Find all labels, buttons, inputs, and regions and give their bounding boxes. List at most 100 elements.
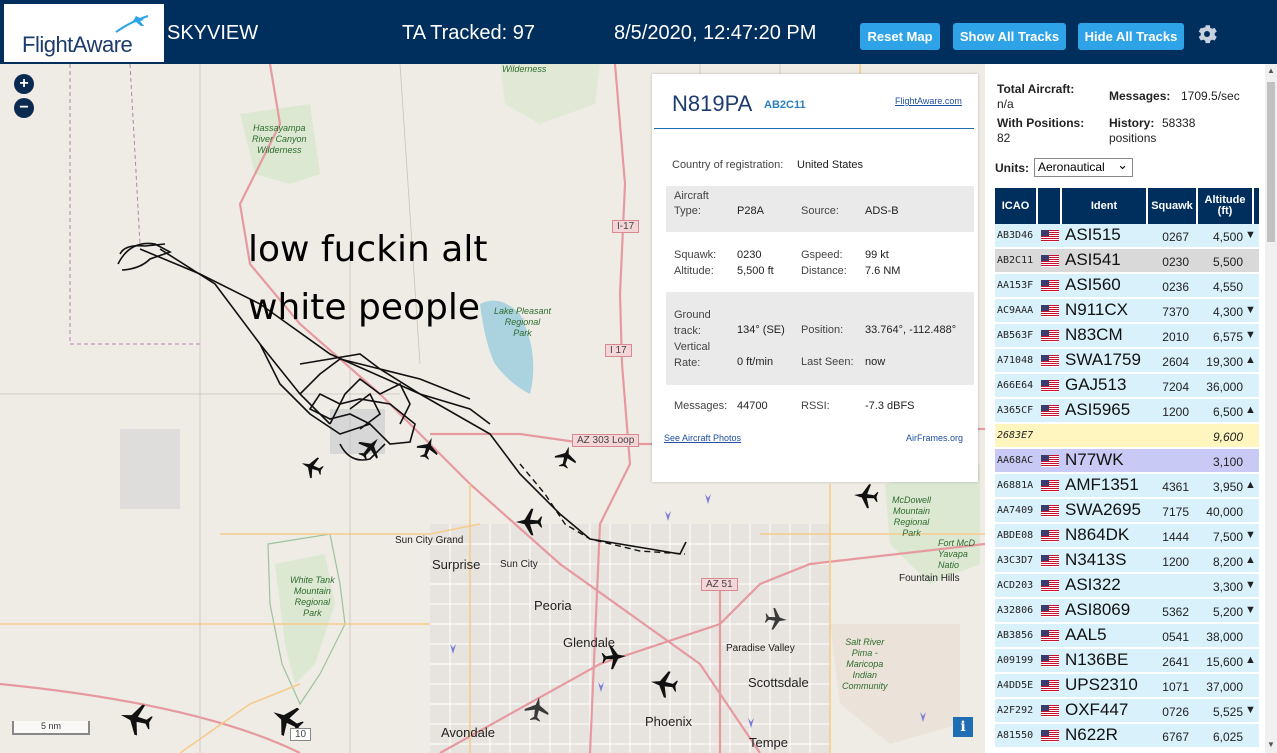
- table-row[interactable]: A66E64 GAJ513 7204 36,000: [995, 374, 1259, 398]
- ground-track-label: Ground track:: [674, 309, 711, 337]
- row-squawk: 5362: [1162, 605, 1189, 619]
- row-ident: N864DK: [1065, 525, 1130, 544]
- row-icao: ACD203: [997, 580, 1034, 591]
- row-altitude-trend: ▼: [1245, 604, 1256, 616]
- row-ident: SWA2695: [1065, 500, 1141, 519]
- table-row[interactable]: A365CF ASI5965 1200 6,500 ▲: [995, 399, 1259, 423]
- table-row[interactable]: A6881A AMF1351 4361 3,950 ▲: [995, 474, 1259, 498]
- table-row[interactable]: A32806 ASI8069 5362 5,200 ▼: [995, 599, 1259, 623]
- table-row[interactable]: A09199 N136BE 2641 15,600 ▲: [995, 649, 1259, 673]
- row-ident: N622R: [1065, 725, 1118, 744]
- us-flag-icon: [1041, 605, 1059, 617]
- row-altitude: 6,025: [1212, 730, 1243, 744]
- row-squawk: 1071: [1162, 680, 1189, 694]
- ground-track-value: 134° (SE): [737, 324, 785, 336]
- table-row[interactable]: A71048 SWA1759 2604 19,300 ▲: [995, 349, 1259, 373]
- total-aircraft-label: Total Aircraft:: [997, 82, 1075, 96]
- app-title: SKYVIEW: [167, 22, 259, 44]
- panel-scrollbar-thumb[interactable]: [1267, 82, 1275, 242]
- row-icao: A71048: [997, 355, 1034, 366]
- messages-rate-label: Messages:: [1109, 89, 1171, 103]
- row-ident: OXF447: [1065, 700, 1129, 719]
- scroll-up-arrow[interactable]: ▲: [1266, 66, 1276, 78]
- us-flag-icon: [1041, 455, 1059, 467]
- table-row[interactable]: AA68AC N77WK 3,100: [995, 449, 1259, 473]
- table-row[interactable]: AC9AAA N911CX 7370 4,300 ▼: [995, 299, 1259, 323]
- history-unit: positions: [1109, 131, 1157, 145]
- scroll-down-arrow[interactable]: ▼: [1266, 740, 1276, 752]
- airframes-link[interactable]: AirFrames.org: [906, 433, 963, 443]
- flightaware-logo[interactable]: FlightAware: [4, 4, 164, 62]
- total-aircraft-value: n/a: [997, 97, 1014, 111]
- place-label: Paradise Valley: [726, 643, 795, 654]
- row-icao: A2F292: [997, 705, 1034, 716]
- row-icao: A09199: [997, 655, 1034, 666]
- table-row[interactable]: ABDE08 N864DK 1444 7,500 ▼: [995, 524, 1259, 548]
- row-ident: AAL5: [1065, 625, 1107, 644]
- table-row[interactable]: AB2C11 ASI541 0230 5,500: [995, 249, 1259, 273]
- row-ident: N911CX: [1065, 300, 1128, 319]
- row-ident: N77WK: [1065, 450, 1124, 469]
- row-icao: A32806: [997, 605, 1034, 616]
- col-altitude[interactable]: Altitude (ft): [1198, 188, 1254, 224]
- row-squawk: 0541: [1162, 630, 1189, 644]
- table-row[interactable]: A2F292 OXF447 0726 5,525 ▼: [995, 699, 1259, 723]
- park-label: White Tank Mountain Regional Park: [290, 575, 335, 618]
- table-row[interactable]: AB563F N83CM 2010 6,575 ▼: [995, 324, 1259, 348]
- reset-map-button[interactable]: Reset Map: [860, 23, 940, 50]
- zoom-out-button[interactable]: −: [14, 98, 34, 118]
- selected-ident: N819PA: [672, 91, 753, 116]
- units-select[interactable]: Aeronautical: [1034, 156, 1133, 177]
- table-row[interactable]: AB3856 AAL5 0541 38,000: [995, 624, 1259, 648]
- gear-icon[interactable]: [1195, 22, 1219, 46]
- city-label: Glendale: [563, 635, 616, 650]
- col-squawk[interactable]: Squawk: [1148, 188, 1198, 224]
- col-flag[interactable]: [1038, 188, 1062, 224]
- table-row[interactable]: A81550 N622R 6767 6,025: [995, 724, 1259, 748]
- row-altitude: 5,525: [1212, 705, 1243, 719]
- zoom-in-button[interactable]: +: [14, 74, 34, 94]
- row-ident: GAJ513: [1065, 375, 1127, 394]
- map-info-button[interactable]: i: [953, 717, 973, 737]
- row-icao: A365CF: [997, 405, 1034, 416]
- table-row[interactable]: 2683E7 9,600: [995, 424, 1259, 448]
- aircraft-photos-link[interactable]: See Aircraft Photos: [664, 433, 741, 443]
- us-flag-icon: [1041, 230, 1059, 242]
- flightaware-link[interactable]: FlightAware.com: [895, 96, 962, 106]
- row-squawk: 0230: [1162, 255, 1189, 269]
- table-row[interactable]: AB3D46 ASI515 0267 4,500 ▼: [995, 224, 1259, 248]
- row-altitude: 3,100: [1212, 455, 1243, 469]
- city-label: Avondale: [441, 725, 495, 740]
- col-ident[interactable]: Ident: [1062, 188, 1148, 224]
- row-ident: AMF1351: [1065, 475, 1139, 494]
- table-row[interactable]: A3C3D7 N3413S 1200 8,200 ▲: [995, 549, 1259, 573]
- park-label: Hassayampa River Canyon Wilderness: [252, 123, 307, 155]
- table-row[interactable]: A4DD5E UPS2310 1071 37,000: [995, 674, 1259, 698]
- show-all-tracks-button[interactable]: Show All Tracks: [953, 23, 1066, 50]
- distance-value: 7.6 NM: [865, 265, 901, 277]
- row-altitude-trend: ▲: [1245, 479, 1256, 491]
- hide-all-tracks-button[interactable]: Hide All Tracks: [1078, 23, 1184, 50]
- aircraft-icon: [298, 453, 326, 481]
- row-squawk: 7370: [1162, 305, 1189, 319]
- table-row[interactable]: ACD203 ASI322 3,300 ▼: [995, 574, 1259, 598]
- aircraft-icon-selected: [353, 431, 387, 465]
- park-label: Wilderness: [502, 64, 547, 74]
- row-altitude-trend: ▲: [1245, 554, 1256, 566]
- col-icao[interactable]: ICAO: [995, 188, 1038, 224]
- altitude-label: Altitude:: [674, 265, 714, 277]
- row-squawk: 0267: [1162, 230, 1189, 244]
- us-flag-icon: [1041, 555, 1059, 567]
- row-ident: UPS2310: [1065, 675, 1138, 694]
- messages-label: Messages:: [674, 400, 728, 412]
- row-squawk: 2604: [1162, 355, 1189, 369]
- us-flag-icon: [1041, 355, 1059, 367]
- row-altitude: 3,300: [1212, 580, 1243, 594]
- park-label: Fort McD Yavapa Natio: [938, 538, 975, 570]
- messages-value: 44700: [737, 400, 768, 412]
- table-row[interactable]: AA7409 SWA2695 7175 40,000: [995, 499, 1259, 523]
- tracked-count: TA Tracked: 97: [402, 22, 536, 44]
- history-value: 58338: [1162, 116, 1196, 130]
- table-row[interactable]: AA153F ASI560 0236 4,550: [995, 274, 1259, 298]
- row-squawk: 1200: [1162, 405, 1189, 419]
